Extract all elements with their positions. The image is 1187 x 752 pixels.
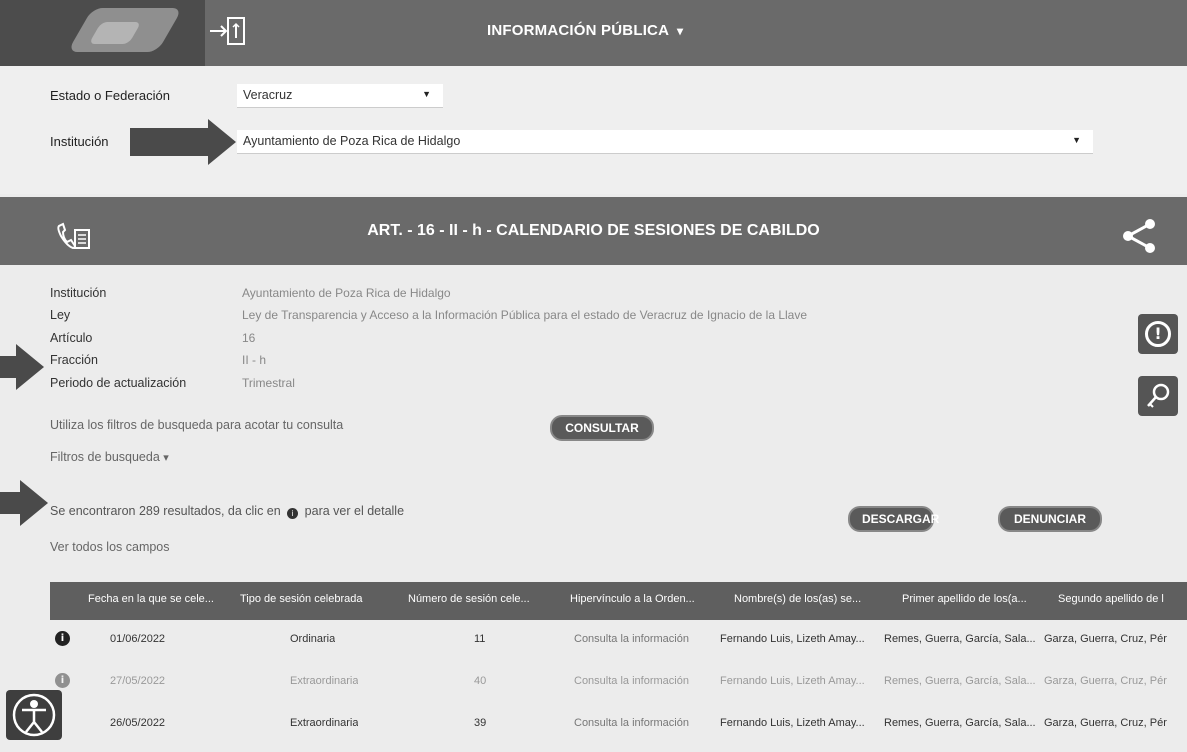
column-header[interactable]: Hipervínculo a la Orden...	[570, 593, 710, 605]
key-button[interactable]	[1138, 376, 1178, 416]
chevron-down-icon: ▾	[676, 24, 684, 38]
meta-periodo-val: Trimestral	[242, 376, 295, 390]
meta-fraccion-val: II - h	[242, 353, 267, 367]
meta-fraccion-key: Fracción	[50, 353, 98, 367]
cell-numero: 39	[474, 717, 487, 729]
caret-down-icon: ▼	[1072, 135, 1081, 145]
info-publica-menu[interactable]: INFORMACIÓN PÚBLICA ▾	[487, 22, 683, 39]
cell-nombres: Fernando Luis, Lizeth Amay...	[720, 717, 865, 729]
table-row[interactable]: i 01/06/2022 Ordinaria 11 Consulta la in…	[50, 628, 1187, 668]
cell-tipo: Extraordinaria	[290, 717, 359, 729]
denunciar-button[interactable]: DENUNCIAR	[998, 506, 1102, 532]
column-header[interactable]: Nombre(s) de los(as) se...	[734, 593, 874, 605]
cell-segundo-apellido: Garza, Guerra, Cruz, Pér	[1044, 675, 1167, 687]
cell-tipo: Extraordinaria	[290, 675, 359, 687]
table-header: Fecha en la que se cele... Tipo de sesió…	[50, 582, 1187, 620]
meta-institucion-val: Ayuntamiento de Poza Rica de Hidalgo	[242, 286, 451, 300]
meta-institucion-key: Institución	[50, 286, 107, 300]
institucion-value: Ayuntamiento de Poza Rica de Hidalgo	[243, 134, 461, 148]
cell-primer-apellido: Remes, Guerra, García, Sala...	[884, 633, 1036, 645]
meta-periodo-key: Periodo de actualización	[50, 376, 187, 390]
view-all-link[interactable]: Ver todos los campos	[50, 540, 170, 554]
cell-tipo: Ordinaria	[290, 633, 336, 645]
site-logo[interactable]	[0, 0, 205, 66]
estado-label: Estado o Federación	[50, 88, 170, 103]
cell-nombres: Fernando Luis, Lizeth Amay...	[720, 633, 865, 645]
results-prefix: Se encontraron 289 resultados, da clic e…	[50, 504, 281, 518]
consultar-button[interactable]: CONSULTAR	[550, 415, 654, 441]
cell-segundo-apellido: Garza, Guerra, Cruz, Pér	[1044, 633, 1167, 645]
menu-title: INFORMACIÓN PÚBLICA	[487, 22, 669, 39]
cell-fecha: 27/05/2022	[110, 675, 166, 687]
search-hint: Utiliza los filtros de busqueda para aco…	[50, 418, 344, 432]
column-header[interactable]: Fecha en la que se cele...	[88, 593, 228, 605]
share-icon[interactable]	[1118, 218, 1162, 254]
meta-ley-key: Ley	[50, 308, 71, 322]
cell-fecha: 01/06/2022	[110, 633, 166, 645]
cell-numero: 11	[474, 633, 486, 645]
column-header[interactable]: Número de sesión cele...	[408, 593, 548, 605]
institucion-label: Institución	[50, 134, 109, 149]
column-header[interactable]: Segundo apellido de l	[1058, 593, 1187, 605]
alert-button[interactable]: !	[1138, 314, 1178, 354]
institucion-select[interactable]: Ayuntamiento de Poza Rica de Hidalgo ▼	[237, 130, 1093, 154]
estado-select[interactable]: Veracruz ▼	[237, 84, 443, 108]
cell-hipervinculo[interactable]: Consulta la información	[574, 633, 689, 645]
info-icon: i	[287, 508, 299, 519]
caret-down-icon: ▼	[422, 89, 431, 99]
table-row[interactable]: 26/05/2022 Extraordinaria 39 Consulta la…	[50, 712, 1187, 752]
table-row[interactable]: i 27/05/2022 Extraordinaria 40 Consulta …	[50, 670, 1187, 710]
cell-fecha: 26/05/2022	[110, 717, 166, 729]
column-header[interactable]: Primer apellido de los(a...	[902, 593, 1047, 605]
descargar-button[interactable]: DESCARGAR	[848, 506, 939, 532]
filters-toggle-label: Filtros de busqueda	[50, 450, 160, 464]
meta-articulo-key: Artículo	[50, 331, 93, 345]
meta-articulo-val: 16	[242, 331, 256, 345]
column-header[interactable]: Tipo de sesión celebrada	[240, 593, 390, 605]
login-icon[interactable]	[208, 14, 252, 48]
info-icon[interactable]: i	[55, 673, 70, 688]
meta-ley-val: Ley de Transparencia y Acceso a la Infor…	[242, 308, 808, 322]
chevron-down-icon: ▾	[163, 452, 169, 464]
results-summary: Se encontraron 289 resultados, da clic e…	[50, 504, 404, 519]
cell-nombres: Fernando Luis, Lizeth Amay...	[720, 675, 865, 687]
cell-numero: 40	[474, 675, 487, 687]
cell-hipervinculo[interactable]: Consulta la información	[574, 717, 689, 729]
cell-primer-apellido: Remes, Guerra, García, Sala...	[884, 675, 1036, 687]
results-suffix: para ver el detalle	[304, 504, 405, 518]
cell-segundo-apellido: Garza, Guerra, Cruz, Pér	[1044, 717, 1167, 729]
accessibility-icon[interactable]	[6, 690, 62, 740]
info-icon[interactable]: i	[55, 631, 70, 646]
estado-value: Veracruz	[243, 88, 293, 102]
cell-primer-apellido: Remes, Guerra, García, Sala...	[884, 717, 1036, 729]
filters-toggle[interactable]: Filtros de busqueda ▾	[50, 450, 169, 464]
section-title: ART. - 16 - II - h - CALENDARIO DE SESIO…	[367, 222, 820, 239]
top-bar: INFORMACIÓN PÚBLICA ▾	[0, 0, 1187, 66]
cell-hipervinculo[interactable]: Consulta la información	[574, 675, 689, 687]
exclamation-circle-icon: !	[1145, 321, 1171, 347]
key-icon	[1147, 383, 1170, 408]
